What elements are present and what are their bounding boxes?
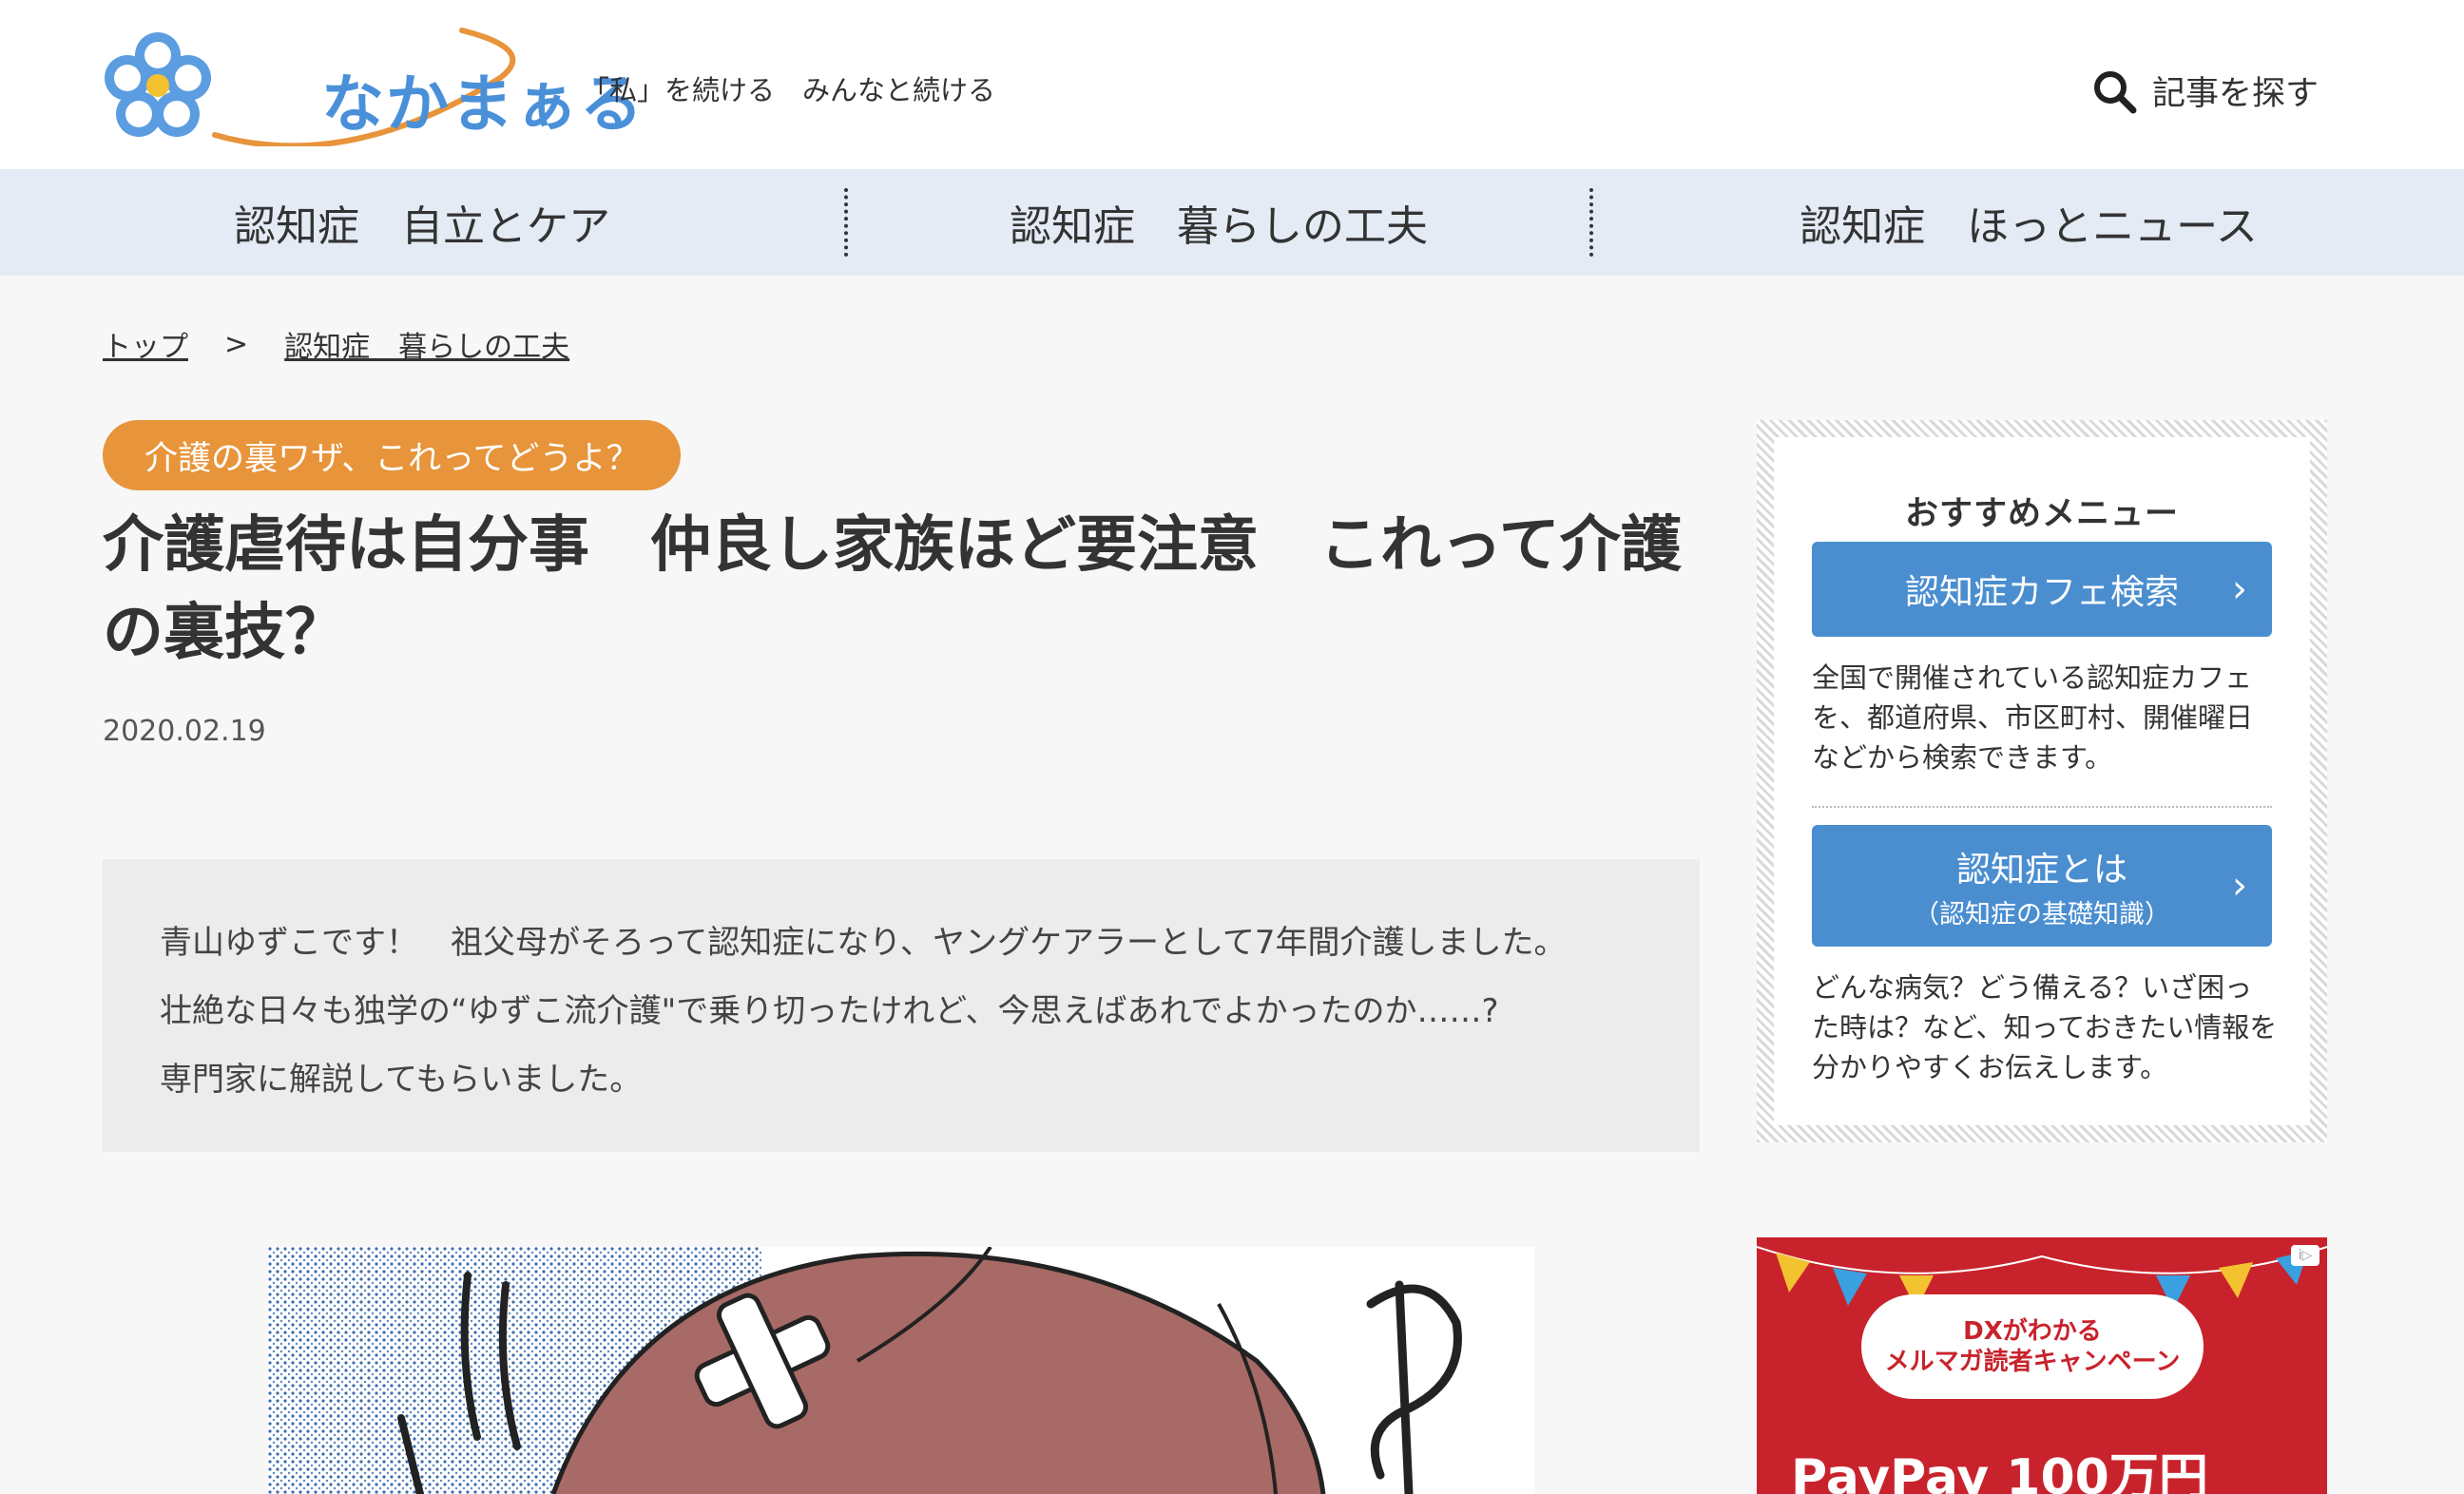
nav-item-living[interactable]: 認知症 暮らしの工夫 <box>848 169 1589 276</box>
ad-cloud-line: メルマガ読者キャンペーン <box>1884 1348 2181 1376</box>
recommended-menu-inner: おすすめメニュー 認知症カフェ検索 › 全国で開催されている認知症カフェを、都道… <box>1774 437 2310 1125</box>
recommended-menu: おすすめメニュー 認知症カフェ検索 › 全国で開催されている認知症カフェを、都道… <box>1757 420 2327 1142</box>
site-logo[interactable]: なかまぁる <box>101 21 643 146</box>
dementia-cafe-search-button[interactable]: 認知症カフェ検索 › <box>1812 542 2272 637</box>
lead-paragraph: 専門家に解説してもらいました。 <box>160 1061 643 1099</box>
sidebar-advertisement[interactable]: DXがわかる メルマガ読者キャンペーン PayPay 100万円 i▷ <box>1757 1237 2327 1494</box>
chevron-right-icon: › <box>2232 567 2247 611</box>
article-search-link[interactable]: 記事を探す <box>2091 67 2319 115</box>
category-badge[interactable]: 介護の裏ワザ、これってどうよ？ <box>103 420 682 490</box>
button-label: 認知症とは <box>1955 850 2127 890</box>
global-nav: 認知症 自立とケア 認知症 暮らしの工夫 認知症 ほっとニュース <box>0 169 2464 276</box>
breadcrumb: トップ > 認知症 暮らしの工夫 <box>103 323 569 365</box>
lead-paragraph: 青山ゆずこです！ 祖父母がそろって認知症になり、ヤングケアラーとして7年間介護し… <box>160 924 1567 962</box>
menu-divider <box>1812 806 2272 808</box>
nav-item-care[interactable]: 認知症 自立とケア <box>0 169 844 276</box>
article-date: 2020.02.19 <box>103 715 266 748</box>
site-tagline: 「私」を続ける みんなと続ける <box>582 74 996 106</box>
dementia-basics-button[interactable]: 認知症とは （認知症の基礎知識） › <box>1812 825 2272 947</box>
ad-cloud-line: DXがわかる <box>1963 1317 2102 1346</box>
search-icon <box>2094 70 2137 113</box>
ad-headline: PayPay 100万円 <box>1791 1449 2208 1494</box>
button-label: 認知症カフェ検索 <box>1904 573 2179 612</box>
menu-description: 全国で開催されている認知症カフェを、都道府県、市区町村、開催曜日などから検索でき… <box>1812 661 2254 774</box>
search-label: 記事を探す <box>2152 75 2320 113</box>
nav-item-news[interactable]: 認知症 ほっとニュース <box>1593 169 2464 276</box>
button-sublabel: （認知症の基礎知識） <box>1914 899 2170 929</box>
chevron-right-icon: › <box>2232 864 2247 908</box>
ad-cloud-banner: DXがわかる メルマガ読者キャンペーン <box>1861 1294 2204 1399</box>
ad-info-icon[interactable]: i▷ <box>2291 1245 2320 1266</box>
lead-paragraph: 壮絶な日々も独学の“ゆずこ流介護"で乗り切ったけれど、今思えばあれでよかったのか… <box>160 992 1499 1030</box>
breadcrumb-current-link[interactable]: 認知症 暮らしの工夫 <box>284 323 569 365</box>
menu-description: どんな病気？どう備える？いざ困った時は？など、知っておきたい情報を分かりやすくお… <box>1812 971 2278 1083</box>
article-hero-illustration <box>268 1247 1534 1494</box>
article-lead-box: 青山ゆずこです！ 祖父母がそろって認知症になり、ヤングケアラーとして7年間介護し… <box>103 859 1700 1152</box>
recommended-menu-title: おすすめメニュー <box>1904 495 2179 533</box>
breadcrumb-home-link[interactable]: トップ <box>103 323 188 365</box>
article-title: 介護虐待は自分事 仲良し家族ほど要注意 これって介護の裏技？ <box>103 510 1682 668</box>
site-header: なかまぁる 「私」を続ける みんなと続ける 記事を探す <box>0 0 2464 169</box>
breadcrumb-separator: > <box>224 327 249 361</box>
